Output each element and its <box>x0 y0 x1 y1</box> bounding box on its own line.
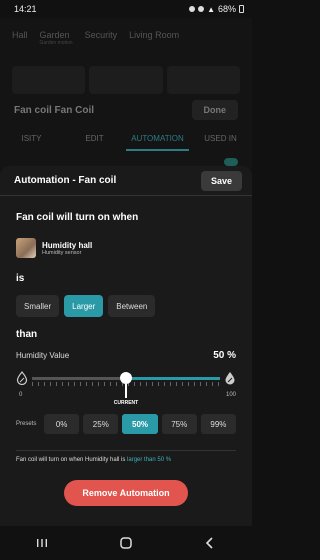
comparator-between-button[interactable]: Between <box>108 295 156 317</box>
drop-filled-icon <box>225 372 235 385</box>
subtab-used-in[interactable]: USED IN <box>189 134 252 143</box>
status-time: 14:21 <box>14 4 37 14</box>
summary-text: Fan coil will turn on when Humidity hall… <box>16 457 128 463</box>
humidity-value-label: Humidity Value <box>16 351 70 360</box>
room-tab-label: Hall <box>12 30 28 40</box>
navigation-bar <box>0 526 252 560</box>
sensor-type: Humidity sensor <box>42 249 82 256</box>
notification-icon <box>189 6 196 12</box>
sheet-header: Automation - Fan coil Save <box>0 166 252 196</box>
preset-button[interactable]: 99% <box>200 414 237 434</box>
save-button[interactable]: Save <box>200 170 242 191</box>
slider-min-label: 0 <box>19 392 23 398</box>
remove-automation-button[interactable]: Remove Automation <box>64 480 188 506</box>
subtab-automation[interactable]: AUTOMATION <box>126 126 189 151</box>
humidity-value-display: 50 % <box>213 350 236 361</box>
background-app: Hall Garden Garden motion Security Living Ro… <box>0 18 252 176</box>
room-tab[interactable]: Garden Garden motion <box>40 30 73 46</box>
trigger-heading: Fan coil will turn on when <box>16 212 139 223</box>
slider-max-label: 100 <box>225 392 236 398</box>
room-tab[interactable]: Hall <box>12 30 28 46</box>
presets-label: Presets <box>16 421 37 427</box>
room-tab-label: Living Room <box>129 30 180 40</box>
room-tab[interactable]: Living Room <box>129 30 179 46</box>
done-button[interactable]: Done <box>191 100 238 120</box>
battery-icon <box>239 5 244 13</box>
current-label: CURRENT <box>113 400 139 406</box>
sensor-thumbnail <box>16 238 36 258</box>
slider-fill <box>126 377 220 380</box>
room-tabs: Hall Garden Garden motion Security Living Ro… <box>12 30 179 46</box>
background-cards <box>12 66 240 94</box>
is-label: is <box>16 273 25 284</box>
preset-button[interactable]: 75% <box>161 414 197 434</box>
subtab-edit[interactable]: EDIT <box>63 134 126 143</box>
preset-button[interactable]: 25% <box>83 414 119 434</box>
room-tab[interactable]: Security <box>85 30 118 46</box>
recent-apps-icon[interactable] <box>30 533 54 553</box>
automation-summary: Fan coil will turn on when Humidity hall… <box>16 457 171 463</box>
preset-button[interactable]: 0% <box>44 414 80 434</box>
background-header: Fan coil Fan Coil Done <box>0 96 252 124</box>
battery-text: 68% <box>217 4 236 14</box>
preset-button[interactable]: 50% <box>122 414 158 434</box>
comparator-group: Smaller Larger Between <box>16 295 156 317</box>
room-tab-sub: Garden motion <box>39 40 73 46</box>
wifi-icon: ▲ <box>207 4 215 14</box>
presets-row: Presets 0% 25% 50% 75% 99% <box>16 414 237 434</box>
status-bar: 14:21 ▲ 68% <box>0 0 252 18</box>
back-icon[interactable] <box>198 533 222 553</box>
device-subtabs: ISITY EDIT AUTOMATION USED IN <box>0 124 252 152</box>
comparator-larger-button[interactable]: Larger <box>64 295 104 317</box>
room-tab-label: Security <box>84 30 118 40</box>
drop-outline-icon <box>16 371 28 385</box>
automation-sheet: Automation - Fan coil Save Fan coil will… <box>0 166 252 526</box>
sensor-selector[interactable]: Humidity hall Humidity sensor <box>16 238 92 258</box>
subtab-isity[interactable]: ISITY <box>0 134 63 143</box>
sensor-name: Humidity hall <box>42 240 93 250</box>
current-marker <box>125 384 127 398</box>
summary-highlight: larger than 50 % <box>127 457 172 463</box>
comparator-smaller-button[interactable]: Smaller <box>16 295 60 317</box>
device-title: Fan coil Fan Coil <box>14 104 95 116</box>
than-label: than <box>16 329 38 340</box>
humidity-slider[interactable]: 0 100 CURRENT <box>16 371 236 407</box>
sheet-title: Automation - Fan coil <box>14 175 117 186</box>
room-tab-label: Garden <box>39 30 70 40</box>
notification-icon <box>198 6 205 12</box>
humidity-value-row: Humidity Value 50 % <box>16 350 236 361</box>
home-icon[interactable] <box>114 533 138 553</box>
divider <box>16 450 236 451</box>
slider-handle[interactable] <box>120 372 132 384</box>
automation-toggle[interactable] <box>224 158 238 166</box>
